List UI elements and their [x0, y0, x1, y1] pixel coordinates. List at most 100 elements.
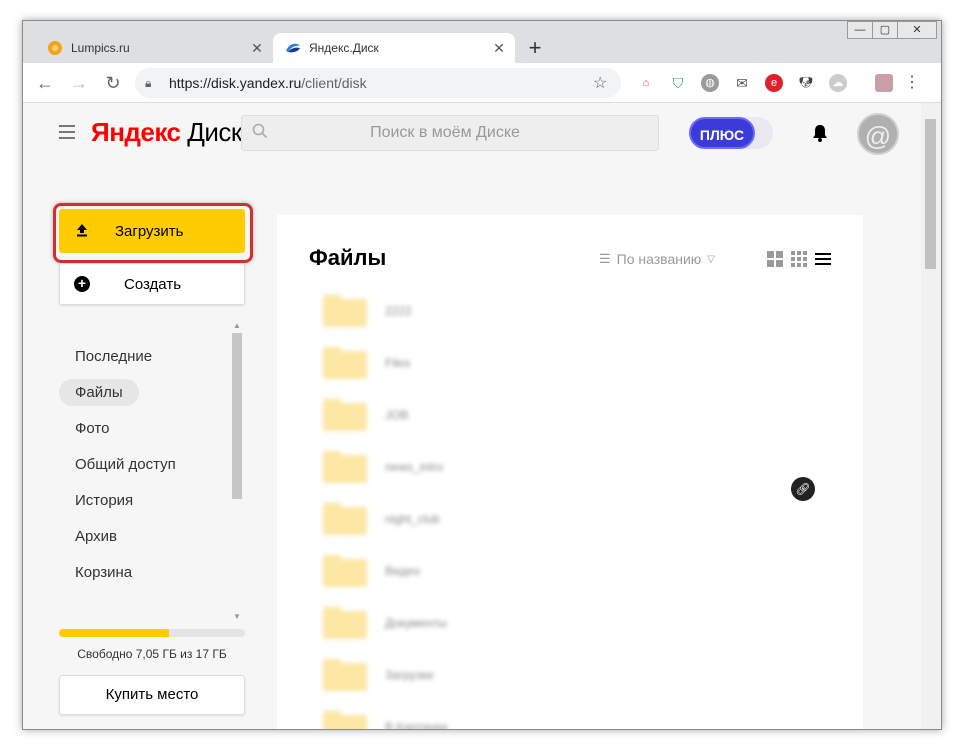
sort-dropdown[interactable]: ☰ По названию ▽ — [599, 251, 715, 267]
back-arrow-icon[interactable]: ← — [33, 71, 57, 95]
browser-window: Lumpics.ru ✕ Яндекс.Диск ✕ + — ▢ ✕ ← → ↻… — [22, 20, 942, 730]
folder-icon — [323, 503, 367, 535]
extension-globe-icon[interactable]: ◍ — [701, 74, 719, 92]
file-name: 2222 — [385, 304, 412, 318]
bell-icon[interactable] — [811, 123, 829, 143]
sort-lines-icon: ☰ — [599, 251, 611, 266]
sort-label: По названию — [616, 251, 702, 267]
list-view-icon[interactable] — [815, 251, 833, 267]
bookmark-star-icon[interactable]: ☆ — [593, 73, 613, 93]
file-name: Files — [385, 356, 411, 370]
extension-home-icon[interactable]: ⌂ — [637, 74, 655, 92]
sidebar-item-shared[interactable]: Общий доступ — [59, 447, 227, 483]
sidebar-item-recent[interactable]: Последние — [59, 339, 227, 375]
tab-title: Lumpics.ru — [71, 41, 130, 55]
sidebar-item-files[interactable]: Файлы — [59, 375, 227, 411]
extension-shield-icon[interactable]: ⛉ — [669, 74, 687, 92]
close-icon[interactable]: ✕ — [491, 40, 507, 56]
file-name: news_intro — [385, 460, 444, 474]
menu-dots-icon[interactable]: ⋮ — [903, 74, 921, 92]
reload-icon[interactable]: ↻ — [101, 71, 125, 95]
file-row[interactable]: night_club — [323, 493, 843, 545]
page-scroll-thumb[interactable] — [925, 119, 936, 269]
file-row[interactable]: news_intro — [323, 441, 843, 493]
sidebar-item-history[interactable]: История — [59, 483, 227, 519]
file-row[interactable]: Документы — [323, 597, 843, 649]
profile-avatar-icon[interactable] — [875, 74, 893, 92]
folder-icon — [323, 399, 367, 431]
yandex-disk-icon — [285, 40, 301, 56]
forward-arrow-icon[interactable]: → — [67, 71, 91, 95]
extension-e-icon[interactable]: e — [765, 74, 783, 92]
tab-title: Яндекс.Диск — [309, 41, 379, 55]
folder-icon — [323, 607, 367, 639]
sidebar-scrollbar[interactable]: ▲ ▼ — [229, 321, 243, 621]
extension-dog-icon[interactable]: 🐶︎ — [797, 74, 815, 92]
extension-cloud-icon[interactable]: ☁ — [829, 74, 847, 92]
file-row[interactable]: JOB — [323, 389, 843, 441]
extension-mail-icon[interactable]: ✉ — [733, 74, 751, 92]
yandex-disk-logo[interactable]: Яндекс Диск — [91, 117, 242, 148]
restore-button[interactable]: ▢ — [872, 21, 898, 39]
scroll-up-icon[interactable]: ▲ — [233, 321, 241, 330]
search-input[interactable] — [272, 124, 618, 142]
tab-yandex-disk[interactable]: Яндекс.Диск ✕ — [273, 33, 515, 63]
file-name: Загрузки — [385, 668, 434, 682]
folder-icon — [323, 711, 367, 729]
search-box[interactable] — [241, 115, 659, 151]
folder-icon — [323, 451, 367, 483]
create-label: Создать — [124, 275, 182, 293]
upload-arrow-icon — [75, 223, 95, 240]
sidebar-item-archive[interactable]: Архив — [59, 519, 227, 555]
yandex-disk-page: Яндекс Диск ПЛЮС @ Загрузить + Создать П… — [23, 103, 921, 730]
page-title: Файлы — [309, 245, 387, 270]
tab-lumpics[interactable]: Lumpics.ru ✕ — [35, 33, 273, 63]
file-row[interactable]: Загрузки — [323, 649, 843, 701]
storage-progress-fill — [59, 629, 169, 637]
view-switcher — [761, 251, 833, 267]
large-tiles-icon[interactable] — [767, 251, 785, 267]
buy-space-button[interactable]: Купить место — [59, 675, 245, 715]
file-list: 2222 Files JOB news_intro night_club Видео Док… — [323, 285, 843, 730]
new-tab-button[interactable]: + — [523, 37, 547, 61]
lock-icon: 🔒︎ — [145, 75, 152, 90]
create-button[interactable]: + Создать — [59, 263, 245, 305]
file-row[interactable]: Files — [323, 337, 843, 389]
sidebar-scroll-thumb[interactable] — [232, 333, 242, 499]
scroll-down-icon[interactable]: ▼ — [233, 612, 241, 621]
folder-icon — [323, 555, 367, 587]
shared-link-icon[interactable]: 🔗︎ — [791, 477, 815, 501]
plus-label: ПЛЮС — [689, 117, 755, 149]
small-tiles-icon[interactable] — [791, 251, 809, 267]
window-close-button[interactable]: ✕ — [897, 21, 937, 39]
file-name: В.Картинки — [385, 720, 448, 730]
address-bar[interactable]: 🔒︎ https://disk.yandex.ru/client/disk ☆ — [135, 68, 621, 98]
upload-button[interactable]: Загрузить — [59, 209, 245, 253]
plus-toggle[interactable]: ПЛЮС — [689, 117, 773, 149]
hamburger-menu-icon[interactable] — [59, 125, 75, 139]
search-icon — [252, 123, 272, 144]
window-controls: — ▢ ✕ — [847, 21, 937, 39]
folder-icon — [323, 347, 367, 379]
url-text[interactable]: https://disk.yandex.ru/client/disk — [169, 75, 593, 91]
folder-icon — [323, 659, 367, 691]
minimize-button[interactable]: — — [847, 21, 873, 39]
storage-text: Свободно 7,05 ГБ из 17 ГБ — [77, 647, 227, 661]
orange-circle-icon — [47, 40, 63, 56]
user-avatar[interactable]: @ — [857, 113, 899, 155]
file-row[interactable]: В.Картинки — [323, 701, 843, 730]
sidebar-nav: Последние Файлы Фото Общий доступ Истори… — [59, 339, 227, 591]
file-name: JOB — [385, 408, 409, 422]
upload-label: Загрузить — [115, 222, 184, 240]
close-icon[interactable]: ✕ — [249, 40, 265, 56]
folder-icon — [323, 295, 367, 327]
page-scrollbar[interactable] — [921, 103, 941, 729]
file-name: Документы — [385, 616, 447, 630]
sidebar-item-trash[interactable]: Корзина — [59, 555, 227, 591]
file-row[interactable]: 2222 — [323, 285, 843, 337]
files-panel: Файлы ☰ По названию ▽ 2222 Files JOB news_i… — [277, 215, 863, 730]
file-row[interactable]: Видео — [323, 545, 843, 597]
sidebar-item-photo[interactable]: Фото — [59, 411, 227, 447]
storage-progress-bar — [59, 629, 245, 637]
tab-strip: Lumpics.ru ✕ Яндекс.Диск ✕ + — ▢ ✕ — [23, 21, 941, 63]
